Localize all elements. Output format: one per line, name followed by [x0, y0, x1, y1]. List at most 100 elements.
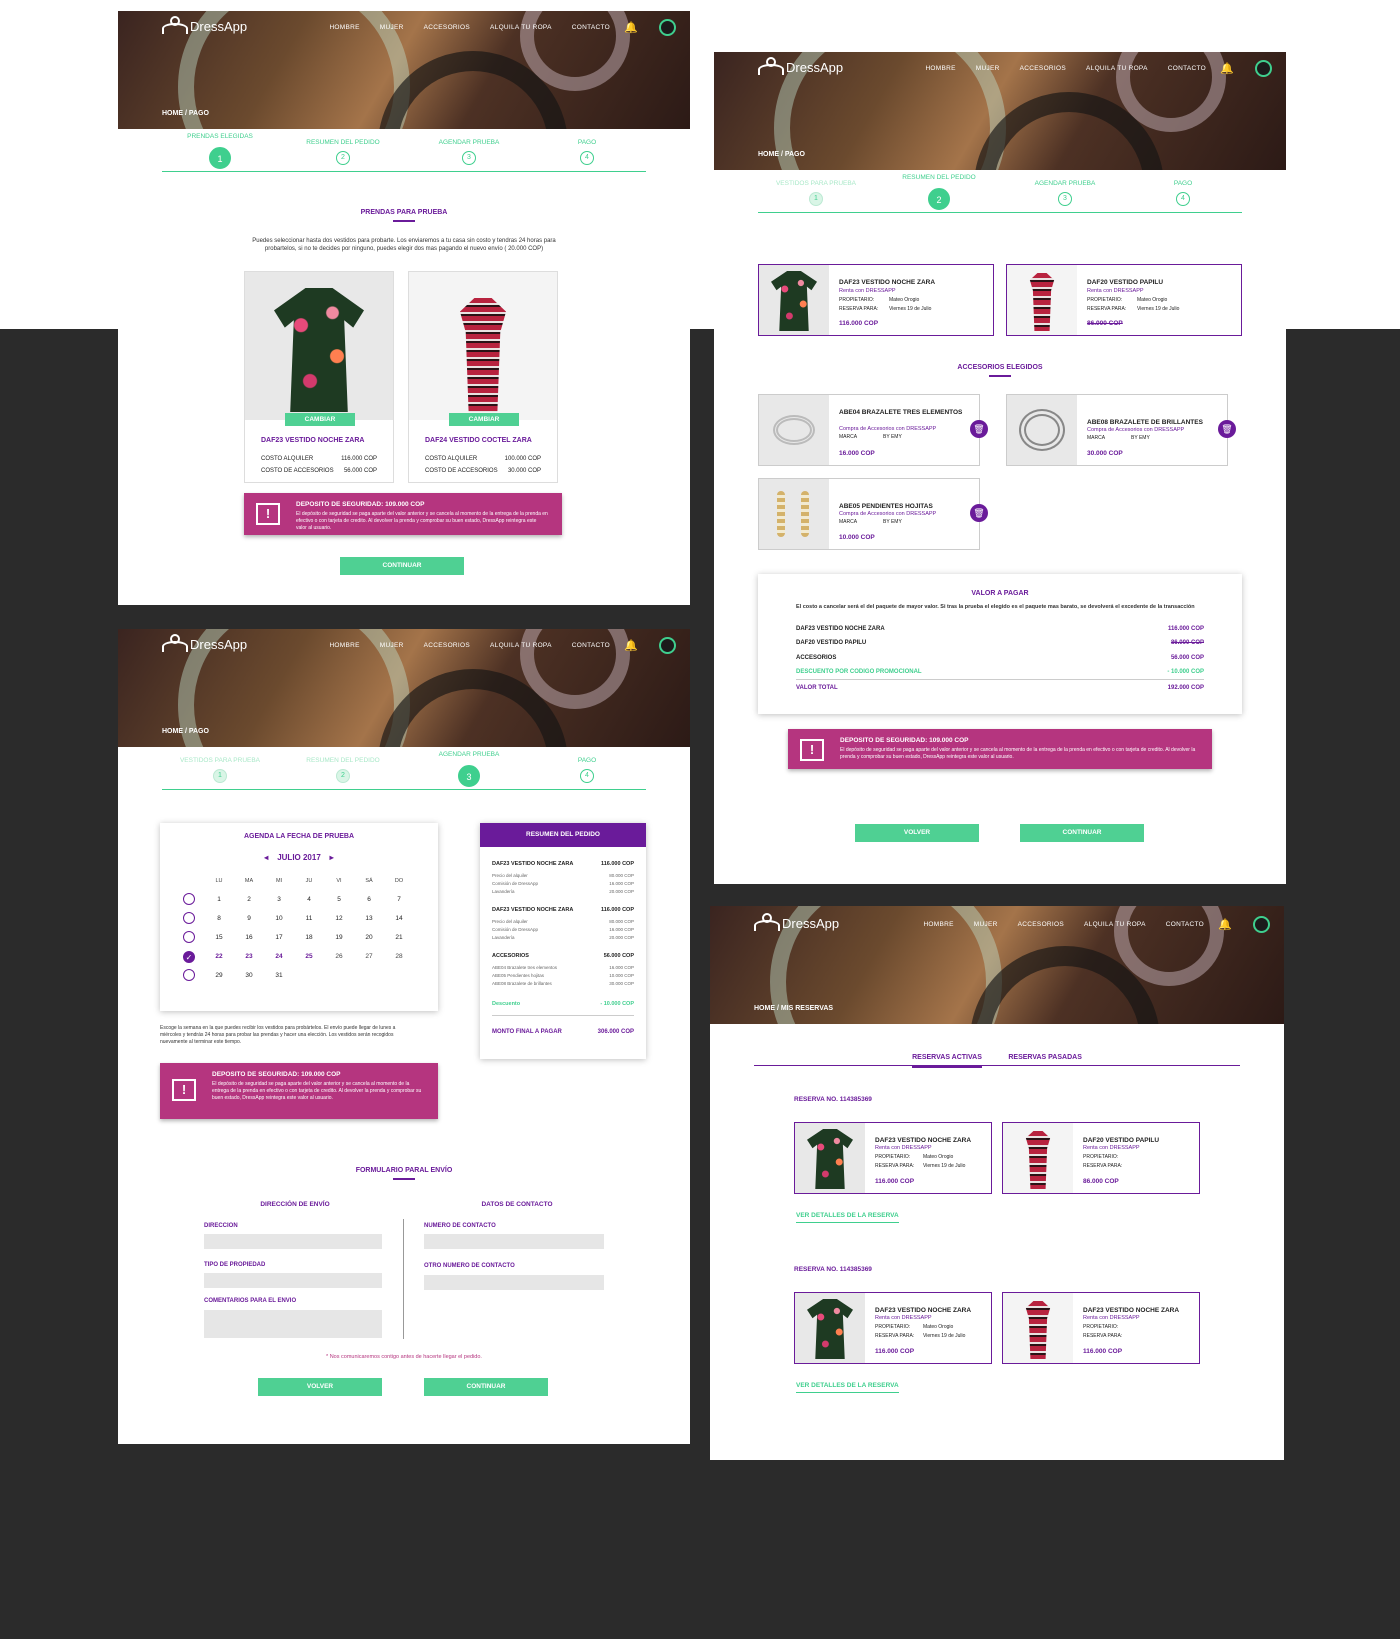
tab-active[interactable]: RESERVAS ACTIVAS — [912, 1054, 982, 1068]
logo[interactable]: DressApp — [754, 912, 839, 931]
nav-mujer[interactable]: MUJER — [380, 24, 404, 31]
dress-card[interactable]: DAF20 VESTIDO PAPILU Renta con DRESSAPP … — [1006, 264, 1242, 336]
nav-accesorios[interactable]: ACCESORIOS — [424, 24, 470, 31]
reservation-item[interactable]: DAF23 VESTIDO NOCHE ZARA Renta con DRESS… — [794, 1292, 992, 1364]
nav-contacto[interactable]: CONTACTO — [1166, 921, 1204, 928]
avatar[interactable] — [659, 19, 676, 36]
nav-mujer[interactable]: MUJER — [976, 65, 1000, 72]
tab-past[interactable]: RESERVAS PASADAS — [1008, 1054, 1082, 1061]
nav-mujer[interactable]: MUJER — [974, 921, 998, 928]
weekday-label: SÁ — [365, 877, 373, 884]
calendar-day — [294, 966, 324, 985]
continue-button[interactable]: CONTINUAR — [340, 557, 464, 575]
step-1[interactable]: VESTIDOS PARA PRUEBA 1 — [165, 749, 275, 783]
product-name: DAF23 VESTIDO NOCHE ZARA — [261, 437, 365, 444]
week-radio-selected[interactable]: ✓ — [183, 950, 195, 963]
change-button[interactable]: CAMBIAR — [449, 413, 519, 426]
nav-hombre[interactable]: HOMBRE — [923, 921, 953, 928]
reservation-details-link[interactable]: VER DETALLES DE LA RESERVA — [796, 1212, 899, 1223]
nav-contacto[interactable]: CONTACTO — [572, 24, 610, 31]
other-number-input[interactable] — [424, 1275, 604, 1290]
week-radio[interactable] — [183, 911, 195, 924]
trash-icon[interactable]: 🗑 — [1218, 420, 1236, 438]
calendar-box: AGENDA LA FECHA DE PRUEBA ◂ JULIO 2017 ▸… — [160, 823, 438, 1011]
contact-number-input[interactable] — [424, 1234, 604, 1249]
change-button[interactable]: CAMBIAR — [285, 413, 355, 426]
calendar-day: 5 — [337, 896, 341, 903]
step-4[interactable]: PAGO 4 — [532, 131, 642, 165]
continue-button[interactable]: CONTINUAR — [424, 1378, 548, 1396]
calendar-day: 22 — [215, 953, 223, 960]
comments-textarea[interactable] — [204, 1310, 382, 1338]
nav-hombre[interactable]: HOMBRE — [329, 642, 359, 649]
logo[interactable]: DressApp — [162, 633, 247, 652]
calendar-day: 27 — [365, 953, 373, 960]
bell-icon[interactable]: 🔔 — [1218, 918, 1232, 931]
back-button[interactable]: VOLVER — [855, 824, 979, 842]
hanger-icon — [162, 633, 188, 652]
week-radio[interactable] — [183, 892, 195, 905]
calendar-day: 26 — [335, 953, 343, 960]
avatar[interactable] — [659, 637, 676, 654]
hero-banner: DressApp HOMBRE MUJER ACCESORIOS ALQUILA… — [714, 52, 1286, 170]
trash-icon[interactable]: 🗑 — [970, 420, 988, 438]
nav-hombre[interactable]: HOMBRE — [925, 65, 955, 72]
nav-alquila[interactable]: ALQUILA TU ROPA — [490, 642, 552, 649]
reservation-item[interactable]: DAF20 VESTIDO PAPILU Renta con DRESSAPP … — [1002, 1122, 1200, 1194]
accessory-card[interactable]: ABE05 PENDIENTES HOJITAS Compra de Acces… — [758, 478, 980, 550]
nav-mujer[interactable]: MUJER — [380, 642, 404, 649]
dress-image — [245, 272, 393, 420]
week-radio[interactable] — [183, 968, 195, 981]
section-title: PRENDAS PARA PRUEBA — [118, 209, 690, 222]
nav-accesorios[interactable]: ACCESORIOS — [1020, 65, 1066, 72]
nav-alquila[interactable]: ALQUILA TU ROPA — [490, 24, 552, 31]
back-button[interactable]: VOLVER — [258, 1378, 382, 1396]
hanger-icon — [754, 912, 780, 931]
step-2[interactable]: RESUMEN DEL PEDIDO 2 — [884, 172, 994, 210]
step-3[interactable]: AGENDAR PRUEBA 3 — [414, 749, 524, 787]
reservation-item[interactable]: DAF23 VESTIDO NOCHE ZARA Renta con DRESS… — [1002, 1292, 1200, 1364]
accessory-card[interactable]: ABE08 BRAZALETE DE BRILLANTES Compra de … — [1006, 394, 1228, 466]
nav-contacto[interactable]: CONTACTO — [1168, 65, 1206, 72]
avatar[interactable] — [1253, 916, 1270, 933]
step-2[interactable]: RESUMEN DEL PEDIDO 2 — [288, 749, 398, 783]
bell-icon[interactable]: 🔔 — [624, 639, 638, 652]
order-summary: RESUMEN DEL PEDIDO DAF23 VESTIDO NOCHE Z… — [480, 823, 646, 1059]
continue-button[interactable]: CONTINUAR — [1020, 824, 1144, 842]
property-type-input[interactable] — [204, 1273, 382, 1288]
nav-accesorios[interactable]: ACCESORIOS — [424, 642, 470, 649]
step-3[interactable]: AGENDAR PRUEBA 3 — [414, 131, 524, 165]
stepper: VESTIDOS PARA PRUEBA 1 RESUMEN DEL PEDIDO… — [118, 749, 690, 809]
reservation-item[interactable]: DAF23 VESTIDO NOCHE ZARA Renta con DRESS… — [794, 1122, 992, 1194]
logo[interactable]: DressApp — [162, 15, 247, 34]
address-input[interactable] — [204, 1234, 382, 1249]
dress-card[interactable]: DAF23 VESTIDO NOCHE ZARA Renta con DRESS… — [758, 264, 994, 336]
bell-icon[interactable]: 🔔 — [624, 21, 638, 34]
step-1[interactable]: PRENDAS ELEGIDAS 1 — [165, 131, 275, 169]
weekday-label: MI — [275, 877, 283, 884]
avatar[interactable] — [1255, 60, 1272, 77]
trash-icon[interactable]: 🗑 — [970, 504, 988, 522]
step-4[interactable]: PAGO 4 — [1128, 172, 1238, 206]
next-month-icon[interactable]: ▸ — [330, 853, 334, 862]
logo[interactable]: DressApp — [758, 56, 843, 75]
reservation-details-link[interactable]: VER DETALLES DE LA RESERVA — [796, 1382, 899, 1393]
warning-icon: ! — [256, 503, 280, 525]
week-radio[interactable] — [183, 930, 195, 943]
hero-banner: DressApp HOMBRE MUJER ACCESORIOS ALQUILA… — [118, 11, 690, 129]
bell-icon[interactable]: 🔔 — [1220, 62, 1234, 75]
nav-contacto[interactable]: CONTACTO — [572, 642, 610, 649]
nav-hombre[interactable]: HOMBRE — [329, 24, 359, 31]
nav-alquila[interactable]: ALQUILA TU ROPA — [1084, 921, 1146, 928]
step-1[interactable]: VESTIDOS PARA PRUEBA 1 — [761, 172, 871, 206]
step-4[interactable]: PAGO 4 — [532, 749, 642, 783]
nav-accesorios[interactable]: ACCESORIOS — [1018, 921, 1064, 928]
hero-banner: DressApp HOMBRE MUJER ACCESORIOS ALQUILA… — [710, 906, 1284, 1024]
step-3[interactable]: AGENDAR PRUEBA 3 — [1010, 172, 1120, 206]
warning-icon: ! — [800, 739, 824, 761]
prev-month-icon[interactable]: ◂ — [264, 853, 268, 862]
calendar-day: 20 — [365, 934, 373, 941]
accessory-card[interactable]: ABE04 BRAZALETE TRES ELEMENTOS Compra de… — [758, 394, 980, 466]
nav-alquila[interactable]: ALQUILA TU ROPA — [1086, 65, 1148, 72]
step-2[interactable]: RESUMEN DEL PEDIDO 2 — [288, 131, 398, 165]
